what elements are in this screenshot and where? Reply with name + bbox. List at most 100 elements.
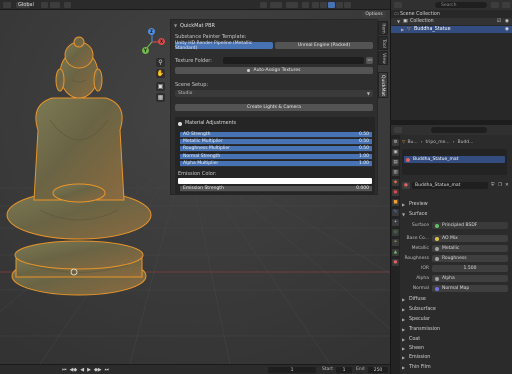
section-thin-film[interactable]: ▶ Thin Film — [402, 363, 512, 371]
editor-type-icon[interactable] — [394, 127, 402, 133]
output-tab-icon[interactable]: ▤ — [392, 159, 399, 166]
alpha-multiplier-slider[interactable]: Alpha Multiplier 1.00 — [180, 161, 372, 167]
camera-icon[interactable]: ▣ — [156, 82, 165, 91]
emission-strength-slider[interactable]: Emission Strength 0.000 — [180, 186, 372, 192]
data-tab-icon[interactable]: ▲ — [392, 249, 399, 256]
emission-color-swatch[interactable] — [178, 178, 372, 184]
overlay-toggle-icon[interactable] — [286, 2, 298, 8]
shading-material-icon[interactable] — [328, 2, 335, 8]
new-collection-icon[interactable] — [502, 2, 510, 8]
scene-setup-select[interactable]: Studio ▼ — [175, 90, 373, 97]
section-specular[interactable]: ▶ Specular — [402, 315, 512, 323]
view-layer-tab-icon[interactable]: ▥ — [392, 169, 399, 176]
breadcrumb-object[interactable]: Bu... — [407, 140, 417, 145]
checkbox-icon[interactable]: ☑ — [497, 19, 501, 24]
section-sheen[interactable]: ▶ Sheen — [402, 344, 512, 352]
create-lights-camera-button[interactable]: Create Lights & Camera — [175, 104, 373, 111]
tool-tab-icon[interactable]: ⚙ — [392, 139, 399, 146]
outliner-row-buddha-statue[interactable]: ▶ ▽ Buddha_Statue ◉ — [391, 26, 512, 33]
breadcrumb-mesh[interactable]: tripo_me... — [426, 140, 450, 145]
visibility-icon[interactable] — [260, 2, 267, 8]
hand-icon[interactable]: ✋ — [156, 69, 165, 78]
eye-icon[interactable]: ◉ — [505, 27, 509, 32]
display-mode-icon[interactable] — [394, 2, 402, 8]
eye-icon[interactable]: ◉ — [505, 19, 509, 24]
section-surface[interactable]: ▼ Surface — [402, 210, 512, 218]
folder-icon[interactable]: ▭ — [366, 57, 373, 64]
roughness-field[interactable]: Roughness Roughness — [402, 255, 512, 262]
tab-view[interactable]: View — [378, 51, 388, 65]
gizmo-x-axis[interactable]: X — [158, 38, 165, 45]
normal-strength-slider[interactable]: Normal Strength 1.00 — [180, 154, 372, 160]
roughness-multiplier-slider[interactable]: Roughness Multiplier 0.50 — [180, 146, 372, 152]
gizmo-z-axis[interactable]: Z — [148, 28, 155, 35]
play-reverse-icon[interactable]: ◀ — [80, 367, 84, 373]
gizmo-y-axis[interactable]: Y — [142, 47, 149, 54]
play-icon[interactable]: ▶ — [87, 367, 91, 373]
filter-icon[interactable] — [491, 2, 499, 8]
mode-selector[interactable] — [3, 2, 11, 8]
properties-search-input[interactable] — [431, 127, 487, 133]
material-browse-icon[interactable]: ● — [402, 181, 410, 189]
world-tab-icon[interactable]: ● — [392, 189, 399, 196]
shield-icon[interactable]: ⛨ — [491, 182, 498, 188]
gizmo-toggle-icon[interactable] — [270, 2, 282, 8]
start-frame-field[interactable]: 1 — [336, 367, 352, 373]
material-name-field[interactable]: Buddha_Statue_mat — [412, 181, 488, 189]
grid-icon[interactable]: ▦ — [156, 93, 165, 102]
end-frame-field[interactable]: 250 — [368, 367, 388, 373]
prev-keyframe-icon[interactable]: ◀◆ — [70, 367, 78, 373]
section-coat[interactable]: ▶ Coat — [402, 335, 512, 343]
navigation-gizmo[interactable]: X Z Y — [138, 28, 166, 56]
outliner-search-input[interactable]: Search — [435, 2, 487, 8]
current-frame-field[interactable]: 1 — [268, 367, 316, 373]
close-icon[interactable]: ✕ — [505, 183, 512, 188]
outliner-row-scene-collection[interactable]: ▭ Scene Collection — [391, 11, 512, 18]
tab-tool[interactable]: Tool — [378, 36, 388, 50]
material-tab-icon[interactable]: ● — [392, 259, 399, 266]
ao-strength-slider[interactable]: AO Strength 0.50 — [180, 132, 372, 138]
texture-folder-field[interactable] — [223, 57, 364, 64]
modifier-tab-icon[interactable]: ✎ — [392, 209, 399, 216]
physics-tab-icon[interactable]: ◎ — [392, 229, 399, 236]
constraints-tab-icon[interactable]: ⚭ — [392, 239, 399, 246]
shading-solid-icon[interactable] — [320, 2, 327, 8]
ior-field[interactable]: IOR 1.500 — [402, 265, 512, 272]
template-unity-hdrp-button[interactable]: Unity HD Render Pipeline (Metallic Stand… — [175, 41, 273, 51]
material-slot-list[interactable]: Buddha_Statue_mat — [402, 149, 507, 175]
zoom-icon[interactable]: ⚲ — [156, 58, 165, 67]
material-slot-row[interactable]: Buddha_Statue_mat — [404, 156, 505, 163]
scene-tab-icon[interactable]: ◆ — [392, 179, 399, 186]
snap-icon[interactable] — [50, 2, 60, 8]
jump-start-icon[interactable]: ⏮ — [62, 367, 67, 373]
object-tab-icon[interactable]: ■ — [392, 199, 399, 206]
render-tab-icon[interactable]: ▣ — [392, 149, 399, 156]
normal-field[interactable]: Normal Normal Map — [402, 285, 512, 292]
section-transmission[interactable]: ▶ Transmission — [402, 325, 512, 333]
section-preview[interactable]: ▶ Preview — [402, 200, 512, 208]
base-color-field[interactable]: Base Co... AO Mix — [402, 235, 512, 242]
shading-options-icon[interactable] — [344, 2, 351, 8]
template-unreal-button[interactable]: Unreal Engine (Packed) — [275, 42, 373, 49]
metallic-field[interactable]: Metallic Metallic — [402, 245, 512, 252]
tab-quickmat[interactable]: QuickMat — [378, 72, 388, 98]
surface-shader-field[interactable]: Surface Principled BSDF — [402, 222, 512, 229]
shading-wireframe-icon[interactable] — [312, 2, 319, 8]
duplicate-icon[interactable]: ❐ — [498, 183, 505, 188]
jump-end-icon[interactable]: ⏭ — [105, 367, 110, 373]
particles-tab-icon[interactable]: ✦ — [392, 219, 399, 226]
pivot-icon[interactable] — [41, 2, 48, 8]
section-emission[interactable]: ▶ Emission — [402, 353, 512, 361]
section-subsurface[interactable]: ▶ Subsurface — [402, 305, 512, 313]
outliner-row-collection[interactable]: ▼ ▣ Collection ☑ ◉ — [391, 18, 512, 25]
alpha-field[interactable]: Alpha Alpha — [402, 275, 512, 282]
shading-rendered-icon[interactable] — [336, 2, 343, 8]
xray-icon[interactable] — [302, 2, 309, 8]
section-diffuse[interactable]: ▶ Diffuse — [402, 295, 512, 303]
auto-assign-textures-button[interactable]: Auto-Assign Textures — [175, 67, 373, 74]
panel-header[interactable]: ▼ QuickMat PBR — [174, 22, 215, 29]
next-keyframe-icon[interactable]: ◆▶ — [94, 367, 102, 373]
options-button[interactable]: Options — [362, 11, 386, 18]
proportional-edit-icon[interactable] — [64, 2, 71, 8]
breadcrumb-material[interactable]: Budd... — [458, 140, 474, 145]
